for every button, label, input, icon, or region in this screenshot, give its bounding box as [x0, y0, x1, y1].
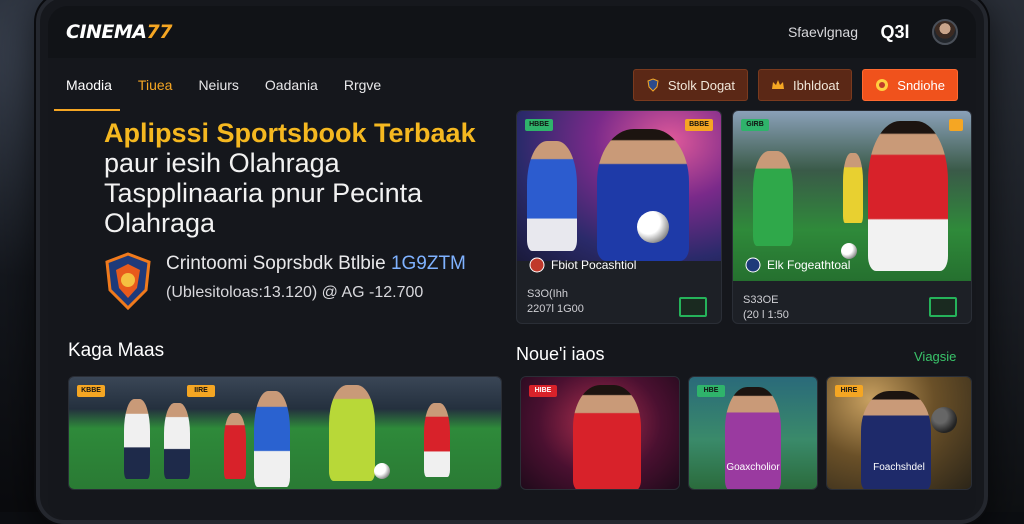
- featured-title: Fbiot Pocashtiol: [529, 257, 636, 273]
- news-image: HIBE: [521, 377, 679, 490]
- main-nav: Maodia Tiuea Neiurs Oadania Rrgve Stolk …: [48, 58, 976, 112]
- nav-item-more[interactable]: Rrgve: [344, 67, 381, 103]
- avatar[interactable]: [932, 19, 958, 45]
- nav-item-schedule[interactable]: Oadania: [265, 67, 318, 103]
- app-logo[interactable]: CINEMA77: [66, 21, 172, 43]
- featured-card[interactable]: HBBE BBBE Fbiot Pocashtiol S3O(Ihh 2207l…: [516, 110, 722, 324]
- section-title-news: Noue'i iaos: [516, 344, 605, 365]
- news-image: HIRE: [827, 377, 971, 490]
- nav-item-home[interactable]: Maodia: [66, 67, 112, 103]
- tag-label: HBE: [697, 385, 725, 397]
- tag-label: IIRE: [187, 385, 215, 397]
- deposit-button[interactable]: Stolk Dogat: [633, 69, 748, 101]
- tablet-frame: CINEMA77 Sfaevlgnag Q3l Maodia Tiuea Nei…: [36, 0, 988, 524]
- nav-item-news[interactable]: Neiurs: [198, 67, 238, 103]
- featured-meta: S3O(Ihh 2207l 1G00: [527, 287, 584, 317]
- news-card[interactable]: HIRE Foachshdel: [826, 376, 972, 490]
- bet-button[interactable]: [679, 297, 707, 317]
- coin-balance-icon[interactable]: Q3l: [876, 20, 914, 44]
- tag-label: HIRE: [835, 385, 863, 397]
- tag-label: [949, 119, 963, 131]
- view-all-link[interactable]: Viagsie: [914, 349, 956, 364]
- featured-card[interactable]: GIRB Elk Fogeathtoal S33OE (20 l 1:50: [732, 110, 972, 324]
- tag-label: BBBE: [685, 119, 713, 131]
- top-bar: CINEMA77 Sfaevlgnag Q3l: [48, 6, 976, 58]
- badge-icon: [875, 78, 889, 92]
- shield-icon: [646, 78, 660, 92]
- news-card[interactable]: HIBE: [520, 376, 680, 490]
- team-crest-icon: [745, 257, 761, 273]
- tag-label: HBBE: [525, 119, 553, 131]
- section-title-popular: Kaga Maas: [68, 340, 164, 362]
- featured-image: HBBE BBBE: [517, 111, 721, 261]
- featured-meta: S33OE (20 l 1:50: [743, 293, 789, 323]
- team-crest-icon: [529, 257, 545, 273]
- hero-badge-title: Crintoomi Soprsbdk Btlbie 1G9ZTM: [166, 252, 466, 276]
- news-title: Goaxcholior: [689, 462, 817, 473]
- news-title: Foachshdel: [827, 462, 971, 473]
- featured-image: GIRB: [733, 111, 971, 281]
- app-screen: CINEMA77 Sfaevlgnag Q3l Maodia Tiuea Nei…: [48, 6, 976, 520]
- match-image: KBBE IIRE: [69, 377, 501, 490]
- crown-icon: [771, 78, 785, 92]
- register-button[interactable]: Sndiohe: [862, 69, 958, 101]
- login-button[interactable]: Ibhldoat: [758, 69, 852, 101]
- bet-button[interactable]: [929, 297, 957, 317]
- user-name[interactable]: Sfaevlgnag: [788, 24, 858, 40]
- hero-badge: Crintoomi Soprsbdk Btlbie 1G9ZTM (Ublesi…: [104, 252, 466, 310]
- news-image: HBE: [689, 377, 817, 490]
- crest-shield-icon: [104, 252, 152, 310]
- tag-label: GIRB: [741, 119, 769, 131]
- nav-item-live[interactable]: Tiuea: [138, 67, 173, 103]
- hero-heading: Aplipssi Sportsbook Terbaak paur iesih O…: [104, 118, 544, 238]
- match-card[interactable]: KBBE IIRE: [68, 376, 502, 490]
- tag-label: KBBE: [77, 385, 105, 397]
- hero-badge-subtitle: (Ublesitoloas:13.120) @ AG -12.700: [166, 282, 466, 304]
- news-card[interactable]: HBE Goaxcholior: [688, 376, 818, 490]
- tag-label: HIBE: [529, 385, 557, 397]
- featured-title: Elk Fogeathtoal: [745, 257, 850, 273]
